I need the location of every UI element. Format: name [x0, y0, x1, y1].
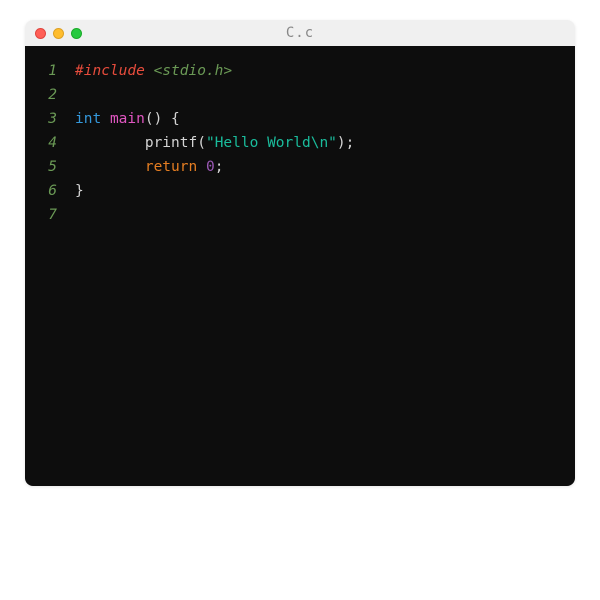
window-controls [35, 28, 82, 39]
line-content[interactable]: printf("Hello World\n"); [75, 132, 575, 156]
line-content[interactable] [75, 84, 575, 108]
line-number: 6 [25, 180, 75, 204]
token-ident: printf [145, 135, 197, 151]
close-icon[interactable] [35, 28, 46, 39]
token-punct [101, 111, 110, 127]
token-punct [75, 135, 145, 151]
token-preproc: #include [75, 63, 145, 79]
token-punct: ; [215, 159, 224, 175]
line-content[interactable]: int main() { [75, 108, 575, 132]
token-return: return [145, 159, 197, 175]
line-content[interactable]: return 0; [75, 156, 575, 180]
code-line[interactable]: 7 [25, 204, 575, 228]
line-content[interactable]: #include <stdio.h> [75, 60, 575, 84]
token-keyword: int [75, 111, 101, 127]
code-line[interactable]: 5 return 0; [25, 156, 575, 180]
code-line[interactable]: 3int main() { [25, 108, 575, 132]
token-punct [197, 159, 206, 175]
token-punct: () { [145, 111, 180, 127]
token-punct [145, 63, 154, 79]
window-title: C.c [286, 25, 314, 41]
token-funcname: main [110, 111, 145, 127]
token-sysheader: <stdio.h> [154, 63, 233, 79]
token-punct: ( [197, 135, 206, 151]
code-line[interactable]: 1#include <stdio.h> [25, 60, 575, 84]
line-number: 2 [25, 84, 75, 108]
line-number: 1 [25, 60, 75, 84]
line-content[interactable] [75, 204, 575, 228]
line-content[interactable]: } [75, 180, 575, 204]
token-string: "Hello World\n" [206, 135, 337, 151]
line-number: 3 [25, 108, 75, 132]
code-line[interactable]: 6} [25, 180, 575, 204]
line-number: 7 [25, 204, 75, 228]
minimize-icon[interactable] [53, 28, 64, 39]
token-punct: ); [337, 135, 354, 151]
code-line[interactable]: 2 [25, 84, 575, 108]
maximize-icon[interactable] [71, 28, 82, 39]
code-line[interactable]: 4 printf("Hello World\n"); [25, 132, 575, 156]
token-punct: } [75, 183, 84, 199]
titlebar: C.c [25, 20, 575, 46]
code-editor[interactable]: 1#include <stdio.h>2 3int main() {4 prin… [25, 46, 575, 486]
token-punct [75, 159, 145, 175]
editor-window: C.c 1#include <stdio.h>2 3int main() {4 … [25, 20, 575, 486]
line-number: 5 [25, 156, 75, 180]
token-number: 0 [206, 159, 215, 175]
line-number: 4 [25, 132, 75, 156]
